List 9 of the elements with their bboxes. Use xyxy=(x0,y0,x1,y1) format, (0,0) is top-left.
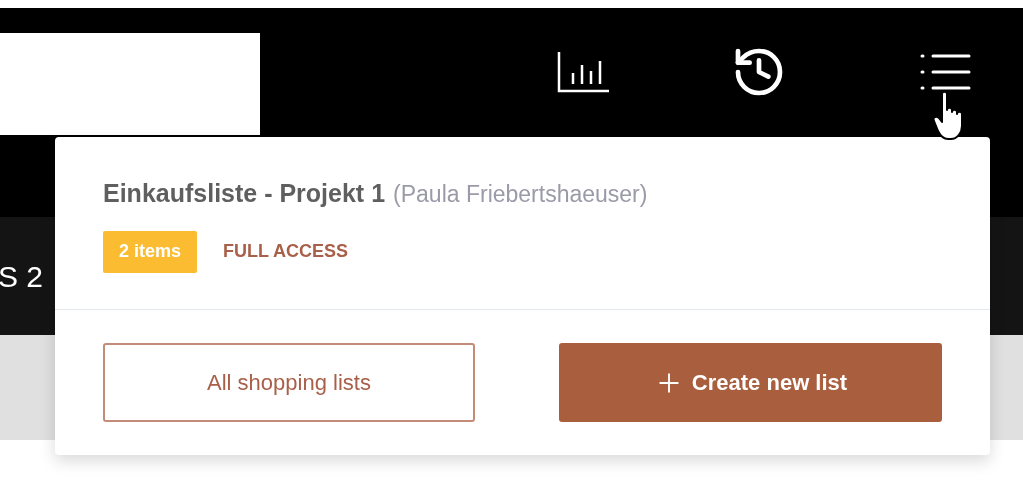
search-field[interactable] xyxy=(0,33,260,135)
access-label: FULL ACCESS xyxy=(223,240,349,263)
list-owner: (Paula Friebertshaeuser) xyxy=(393,180,648,209)
item-count-badge: 2 items xyxy=(103,230,198,273)
bar-chart-icon[interactable] xyxy=(557,50,611,93)
list-title: Einkaufsliste - Projekt 1 xyxy=(103,178,386,209)
all-lists-button[interactable]: All shopping lists xyxy=(103,343,475,422)
create-list-button[interactable]: Create new list xyxy=(559,343,942,422)
page-heading-text: S 2 xyxy=(0,258,44,295)
